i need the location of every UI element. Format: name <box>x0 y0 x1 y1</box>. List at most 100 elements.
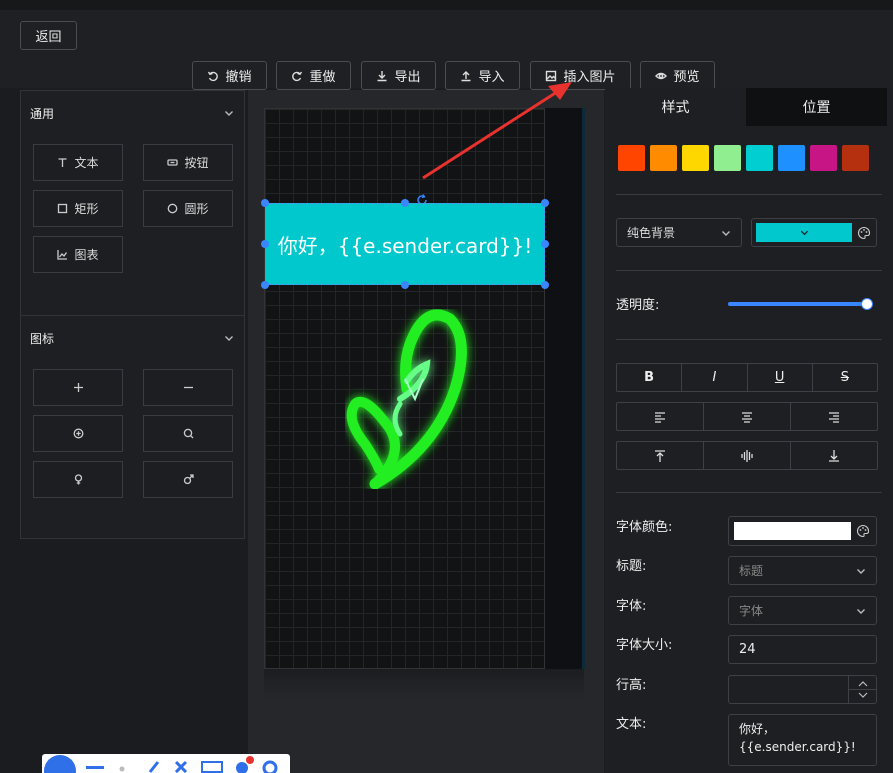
align-top-button[interactable] <box>617 442 704 469</box>
resize-handle-top-left[interactable] <box>261 199 269 207</box>
general-section-header[interactable]: 通用 <box>21 91 244 135</box>
align-middle-button[interactable] <box>704 442 791 469</box>
resize-handle-bottom-right[interactable] <box>541 281 549 289</box>
resize-handle-right[interactable] <box>541 240 549 248</box>
color-swatch[interactable] <box>650 145 677 171</box>
heading-select[interactable]: 标题 <box>728 556 877 585</box>
palette-icon[interactable] <box>857 226 871 240</box>
font-color-preview <box>734 522 851 540</box>
font-size-label: 字体大小: <box>616 638 673 653</box>
canvas-edge <box>545 108 585 669</box>
line-height-input[interactable] <box>728 675 877 704</box>
font-family-select[interactable]: 字体 <box>728 596 877 625</box>
color-swatch[interactable] <box>842 145 869 171</box>
redo-icon <box>292 71 303 81</box>
font-placeholder: 字体 <box>739 604 764 618</box>
divider <box>616 270 882 271</box>
undo-button[interactable]: 撤销 <box>192 61 267 90</box>
bold-button[interactable]: B <box>617 364 683 391</box>
icons-section-title: 图标 <box>30 331 55 346</box>
button-component-label: 按钮 <box>184 156 209 170</box>
align-left-button[interactable] <box>617 403 704 430</box>
rect-component-label: 矩形 <box>74 202 99 216</box>
chevron-down-icon <box>225 336 233 341</box>
resize-handle-bottom[interactable] <box>401 281 409 289</box>
font-color-picker[interactable] <box>728 516 877 546</box>
chevron-down-icon <box>225 111 233 116</box>
resize-handle-left[interactable] <box>261 240 269 248</box>
text-icon <box>58 158 67 167</box>
insert-image-button[interactable]: 插入图片 <box>530 61 631 90</box>
export-button[interactable]: 导出 <box>361 61 436 90</box>
tab-style[interactable]: 样式 <box>605 88 746 126</box>
color-swatch[interactable] <box>682 145 709 171</box>
plus-circle-icon <box>73 428 83 439</box>
image-icon <box>546 70 557 81</box>
circle-component-label: 圆形 <box>184 202 209 216</box>
female-icon-tile[interactable] <box>33 461 123 498</box>
canvas-area: 你好，{{e.sender.card}}! <box>248 90 604 773</box>
ime-toolbar[interactable] <box>42 754 290 773</box>
background-color-picker[interactable] <box>751 218 877 247</box>
square-icon <box>58 203 68 214</box>
heart-logo-image[interactable] <box>345 309 485 489</box>
heading-label: 标题: <box>616 559 647 574</box>
redo-button[interactable]: 重做 <box>276 61 351 90</box>
palette-icon[interactable] <box>856 524 870 538</box>
resize-handle-top[interactable] <box>401 199 409 207</box>
align-center-icon <box>742 411 752 423</box>
circle-icon <box>168 203 178 214</box>
circle-component-tile[interactable]: 圆形 <box>143 190 233 227</box>
color-swatch[interactable] <box>618 145 645 171</box>
align-bottom-button[interactable] <box>791 442 877 469</box>
resize-handle-bottom-left[interactable] <box>261 281 269 289</box>
font-size-input[interactable]: 24 <box>728 635 877 664</box>
color-swatch[interactable] <box>746 145 773 171</box>
download-icon <box>377 70 387 81</box>
color-swatch[interactable] <box>778 145 805 171</box>
opacity-slider-track[interactable] <box>728 302 870 306</box>
resize-handle-top-right[interactable] <box>541 199 549 207</box>
chart-icon <box>57 250 68 260</box>
icons-section-header[interactable]: 图标 <box>21 316 244 360</box>
horizontal-align-buttons <box>616 402 878 431</box>
property-tabs: 样式 位置 <box>605 88 887 126</box>
opacity-slider-knob[interactable] <box>861 298 873 310</box>
background-type-value: 纯色背景 <box>627 226 676 240</box>
minus-icon-tile[interactable] <box>143 369 233 406</box>
chevron-down-icon <box>857 568 865 574</box>
import-button[interactable]: 导入 <box>445 61 520 90</box>
align-center-button[interactable] <box>704 403 791 430</box>
button-component-tile[interactable]: 按钮 <box>143 144 233 181</box>
search-icon-tile[interactable] <box>143 415 233 452</box>
align-right-button[interactable] <box>791 403 877 430</box>
design-canvas[interactable] <box>264 108 545 669</box>
line-height-stepper[interactable] <box>848 676 877 703</box>
italic-button[interactable]: I <box>682 364 748 391</box>
align-bottom-icon <box>829 449 839 462</box>
background-type-select[interactable]: 纯色背景 <box>616 218 742 247</box>
preview-button[interactable]: 预览 <box>640 61 715 90</box>
back-button[interactable]: 返回 <box>20 21 77 50</box>
male-icon-tile[interactable] <box>143 461 233 498</box>
plus-circle-icon-tile[interactable] <box>33 415 123 452</box>
chevron-down-icon <box>722 230 730 236</box>
chevron-down-icon <box>800 230 808 236</box>
insert-image-label: 插入图片 <box>563 70 616 85</box>
strikethrough-button[interactable]: S <box>813 364 877 391</box>
underline-button[interactable]: U <box>748 364 813 391</box>
selected-text-element[interactable]: 你好，{{e.sender.card}}! <box>261 199 549 289</box>
color-swatch[interactable] <box>714 145 741 171</box>
rect-component-tile[interactable]: 矩形 <box>33 190 123 227</box>
preview-label: 预览 <box>673 70 700 85</box>
align-top-icon <box>655 449 665 462</box>
tab-position[interactable]: 位置 <box>746 88 887 126</box>
text-content-textarea[interactable]: 你好， {{e.sender.card}}! <box>728 714 877 766</box>
chart-component-tile[interactable]: 图表 <box>33 236 123 273</box>
text-component-tile[interactable]: 文本 <box>33 144 123 181</box>
line-height-label: 行高: <box>616 678 647 693</box>
plus-icon-tile[interactable] <box>33 369 123 406</box>
color-swatch[interactable] <box>810 145 837 171</box>
divider <box>616 492 882 493</box>
upload-icon <box>461 70 471 81</box>
